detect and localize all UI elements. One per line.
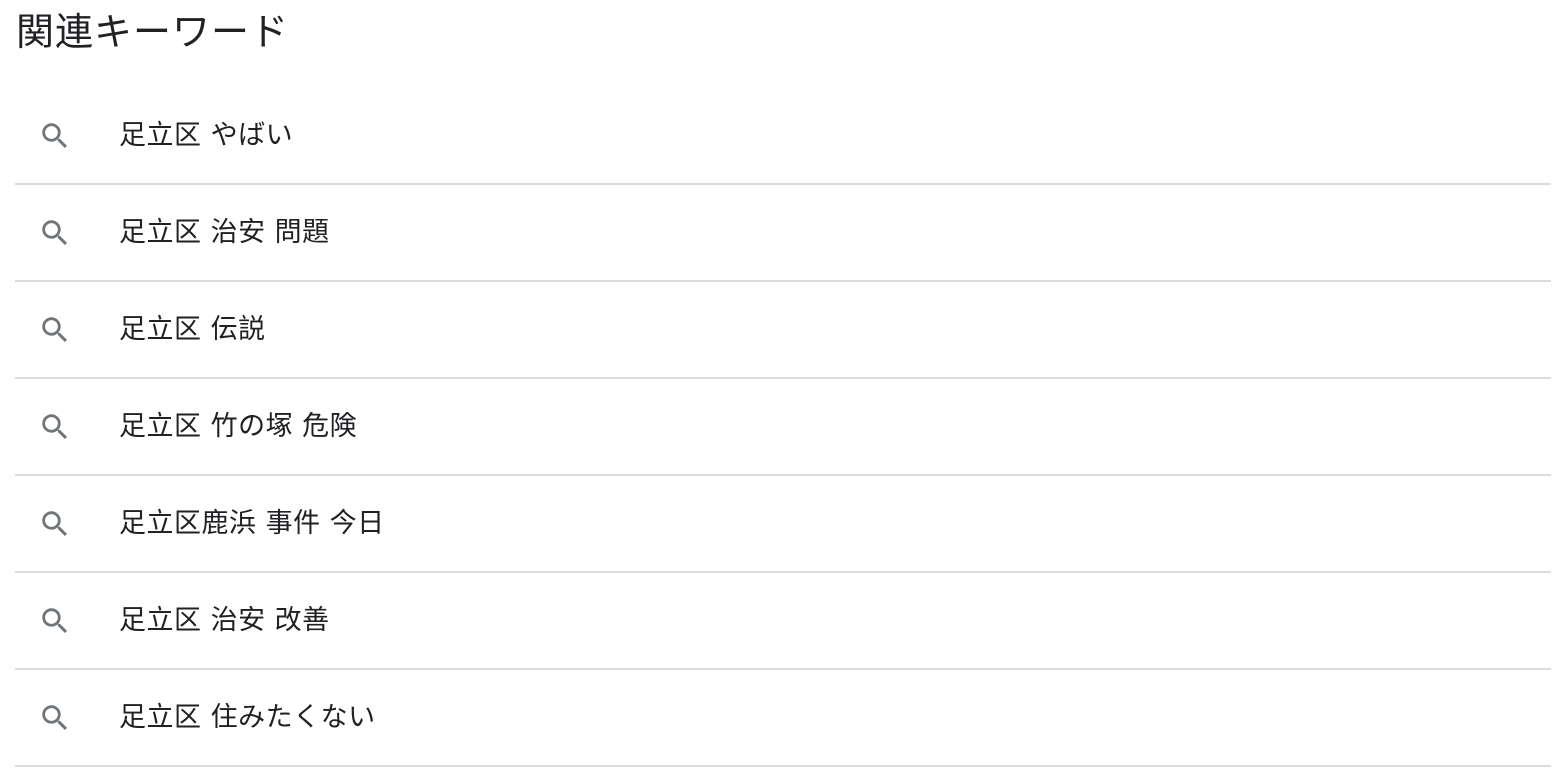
related-keyword-item[interactable]: 足立区 やばい bbox=[15, 88, 1551, 185]
related-keyword-label: 足立区鹿浜 事件 今日 bbox=[119, 507, 385, 539]
related-keyword-item[interactable]: 足立区 治安 問題 bbox=[15, 185, 1551, 282]
related-keyword-label: 足立区 伝説 bbox=[119, 313, 266, 345]
related-keyword-label: 足立区 竹の塚 危険 bbox=[119, 410, 358, 442]
search-icon bbox=[38, 216, 72, 250]
related-keyword-label: 足立区 住みたくない bbox=[119, 701, 376, 733]
related-keyword-item[interactable]: 足立区 伝説 bbox=[15, 282, 1551, 379]
search-icon bbox=[38, 410, 72, 444]
related-keyword-label: 足立区 治安 改善 bbox=[119, 604, 330, 636]
related-keyword-label: 足立区 やばい bbox=[119, 119, 294, 151]
search-icon bbox=[38, 507, 72, 541]
section-title: 関連キーワード bbox=[16, 10, 290, 54]
related-keyword-item[interactable]: 足立区 治安 改善 bbox=[15, 573, 1551, 670]
search-icon bbox=[38, 119, 72, 153]
search-icon bbox=[38, 604, 72, 638]
related-keyword-label: 足立区 治安 問題 bbox=[119, 216, 330, 248]
related-keyword-item[interactable]: 足立区 住みたくない bbox=[15, 670, 1551, 767]
related-keywords-list: 足立区 やばい 足立区 治安 問題 足立区 伝説 足立区 竹の塚 危険 足立区鹿… bbox=[15, 88, 1551, 767]
related-keyword-item[interactable]: 足立区鹿浜 事件 今日 bbox=[15, 476, 1551, 573]
related-keyword-item[interactable]: 足立区 竹の塚 危険 bbox=[15, 379, 1551, 476]
search-icon bbox=[38, 313, 72, 347]
search-icon bbox=[38, 701, 72, 735]
related-keywords-section: 関連キーワード 足立区 やばい 足立区 治安 問題 足立区 伝説 足立区 竹の塚… bbox=[0, 0, 1567, 781]
